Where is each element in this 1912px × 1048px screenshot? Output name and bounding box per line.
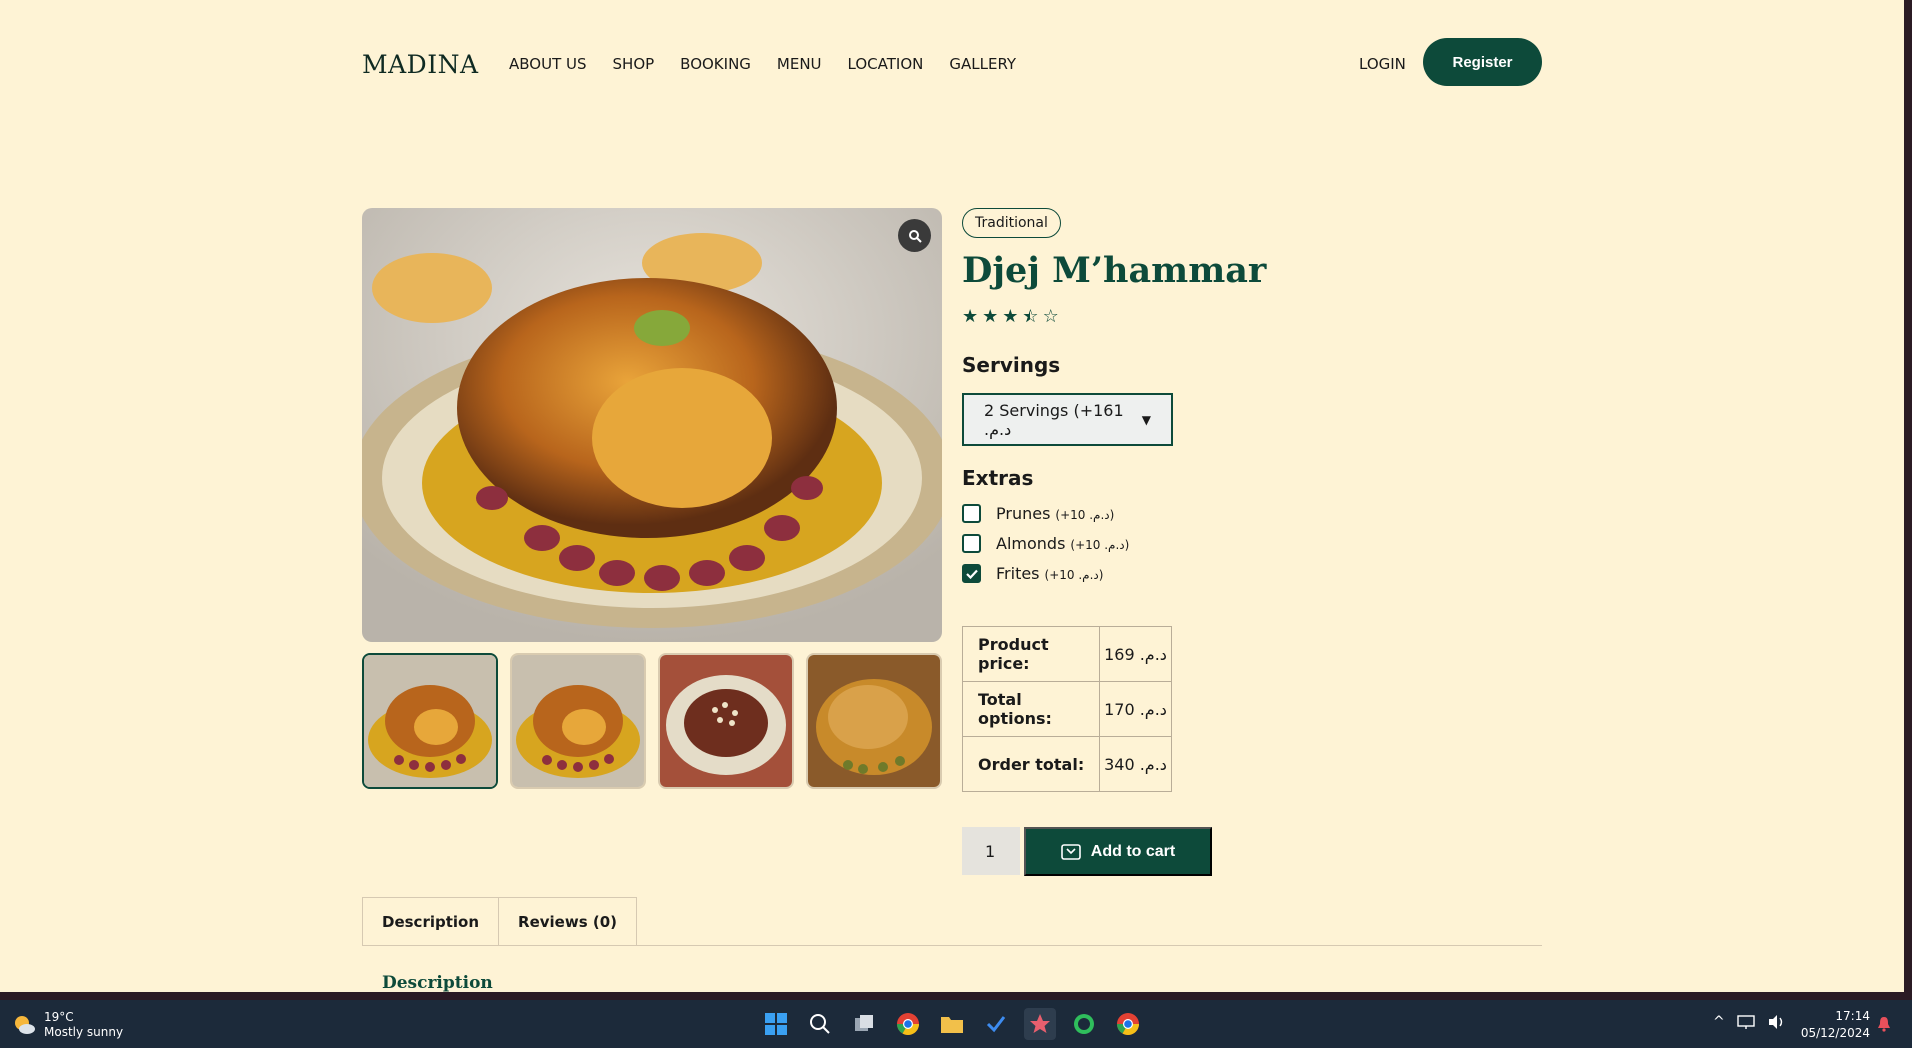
clock-time: 17:14 xyxy=(1835,1009,1870,1023)
checkmark-icon xyxy=(965,569,978,579)
chrome-profile-app[interactable] xyxy=(1112,1008,1144,1040)
volume-icon[interactable] xyxy=(1767,1014,1785,1030)
file-explorer-app[interactable] xyxy=(936,1008,968,1040)
thumbnail-2[interactable] xyxy=(510,653,646,789)
product-main-image[interactable] xyxy=(362,208,942,642)
windows-logo-icon xyxy=(765,1013,787,1035)
table-row: Total options: 170 .د.م xyxy=(962,681,1172,737)
extra-price: (+10 .د.م) xyxy=(1044,568,1104,582)
task-view-button[interactable] xyxy=(848,1008,880,1040)
tabs-divider xyxy=(362,945,1542,946)
extra-label: Prunes xyxy=(996,504,1051,523)
tab-reviews[interactable]: Reviews (0) xyxy=(498,897,638,946)
notification-bell[interactable] xyxy=(1877,1016,1891,1036)
star-full-icon: ★ xyxy=(962,306,979,327)
chrome-icon xyxy=(897,1013,919,1035)
register-button[interactable]: Register xyxy=(1423,38,1542,86)
servings-select[interactable]: 2 Servings (+161 .د.م ▼ xyxy=(962,393,1173,446)
nav-location[interactable]: LOCATION xyxy=(848,55,924,73)
thumbnail-1[interactable] xyxy=(362,653,498,789)
star-full-icon: ★ xyxy=(1002,306,1019,327)
product-price-value: 169 .د.م xyxy=(1099,626,1172,682)
task-view-icon xyxy=(855,1015,873,1031)
extras-heading: Extras xyxy=(962,466,1034,490)
chrome-app[interactable] xyxy=(892,1008,924,1040)
price-summary-table: Product price: 169 .د.م Total options: 1… xyxy=(962,626,1172,792)
weather-condition: Mostly sunny xyxy=(44,1025,124,1039)
tab-description[interactable]: Description xyxy=(362,897,499,946)
site-logo[interactable]: MADINA xyxy=(362,50,479,79)
nav-gallery[interactable]: GALLERY xyxy=(949,55,1016,73)
page: MADINA ABOUT US SHOP BOOKING MENU LOCATI… xyxy=(0,0,1904,992)
bell-icon xyxy=(1878,1017,1890,1032)
zoom-button[interactable] xyxy=(898,219,931,252)
nav-booking[interactable]: BOOKING xyxy=(680,55,751,73)
thumbnail-3[interactable] xyxy=(658,653,794,789)
star-full-icon: ★ xyxy=(982,306,999,327)
total-options-value: 170 .د.م xyxy=(1099,681,1172,737)
login-link[interactable]: LOGIN xyxy=(1359,55,1406,73)
cart-icon xyxy=(1060,843,1081,860)
star-empty-icon: ☆ xyxy=(1042,306,1059,327)
description-heading: Description xyxy=(382,973,493,992)
clock-date: 05/12/2024 xyxy=(1800,1026,1870,1040)
product-price-label: Product price: xyxy=(962,626,1100,682)
start-button[interactable] xyxy=(760,1008,792,1040)
star-half-icon: ★☆ xyxy=(1022,306,1039,327)
folder-icon xyxy=(941,1017,963,1033)
add-to-cart-button[interactable]: Add to cart xyxy=(1024,827,1212,876)
checkbox[interactable] xyxy=(962,534,981,553)
star-app-icon xyxy=(1030,1014,1050,1033)
whatsapp-app[interactable] xyxy=(1068,1008,1100,1040)
extra-price: (+10 .د.م) xyxy=(1070,538,1130,552)
search-icon xyxy=(810,1014,830,1034)
rating-stars: ★ ★ ★ ★☆ ☆ xyxy=(962,306,1059,327)
extra-label: Frites xyxy=(996,564,1040,583)
order-total-label: Order total: xyxy=(962,736,1100,792)
order-total-value: 340 .د.م xyxy=(1099,736,1172,792)
servings-selected-value: 2 Servings (+161 .د.م xyxy=(984,400,1124,439)
checkbox[interactable] xyxy=(962,504,981,523)
temperature: 19°C xyxy=(44,1010,74,1024)
network-icon[interactable] xyxy=(1737,1014,1755,1030)
checkmark-app-icon xyxy=(986,1016,1006,1033)
weather-widget[interactable]: 19°C Mostly sunny xyxy=(12,1010,123,1040)
product-title: Djej M’hammar xyxy=(962,250,1267,291)
main-nav: ABOUT US SHOP BOOKING MENU LOCATION GALL… xyxy=(509,55,1016,73)
taskbar-apps xyxy=(760,1008,1144,1040)
thumbnail-4[interactable] xyxy=(806,653,942,789)
extra-option-frites[interactable]: Frites (+10 .د.م) xyxy=(962,564,1103,583)
whatsapp-icon xyxy=(1074,1014,1094,1034)
checkbox-checked[interactable] xyxy=(962,564,981,583)
todo-app[interactable] xyxy=(980,1008,1012,1040)
chevron-down-icon: ▼ xyxy=(1141,412,1151,427)
taskbar-clock[interactable]: 17:14 05/12/2024 xyxy=(1800,1008,1870,1042)
nav-shop[interactable]: SHOP xyxy=(613,55,655,73)
add-to-cart-label: Add to cart xyxy=(1090,842,1176,860)
servings-heading: Servings xyxy=(962,353,1061,377)
table-row: Product price: 169 .د.م xyxy=(962,626,1172,682)
chevron-up-icon[interactable]: ^ xyxy=(1713,1014,1725,1030)
active-app[interactable] xyxy=(1024,1008,1056,1040)
extra-option-prunes[interactable]: Prunes (+10 .د.م) xyxy=(962,504,1114,523)
nav-menu[interactable]: MENU xyxy=(777,55,822,73)
quantity-input[interactable]: 1 xyxy=(962,827,1020,875)
product-tabs: Description Reviews (0) xyxy=(362,897,638,946)
extra-option-almonds[interactable]: Almonds (+10 .د.م) xyxy=(962,534,1129,553)
total-options-label: Total options: xyxy=(962,681,1100,737)
sun-cloud-icon xyxy=(15,1016,35,1034)
table-row: Order total: 340 .د.م xyxy=(962,736,1172,792)
extra-label: Almonds xyxy=(996,534,1066,553)
chrome-icon xyxy=(1117,1013,1139,1035)
extra-price: (+10 .د.م) xyxy=(1055,508,1115,522)
thumbnail-strip xyxy=(362,653,942,789)
system-tray: ^ xyxy=(1713,1014,1785,1030)
search-button[interactable] xyxy=(804,1008,836,1040)
nav-about-us[interactable]: ABOUT US xyxy=(509,55,587,73)
category-badge[interactable]: Traditional xyxy=(962,208,1061,238)
magnifier-icon xyxy=(908,229,922,243)
